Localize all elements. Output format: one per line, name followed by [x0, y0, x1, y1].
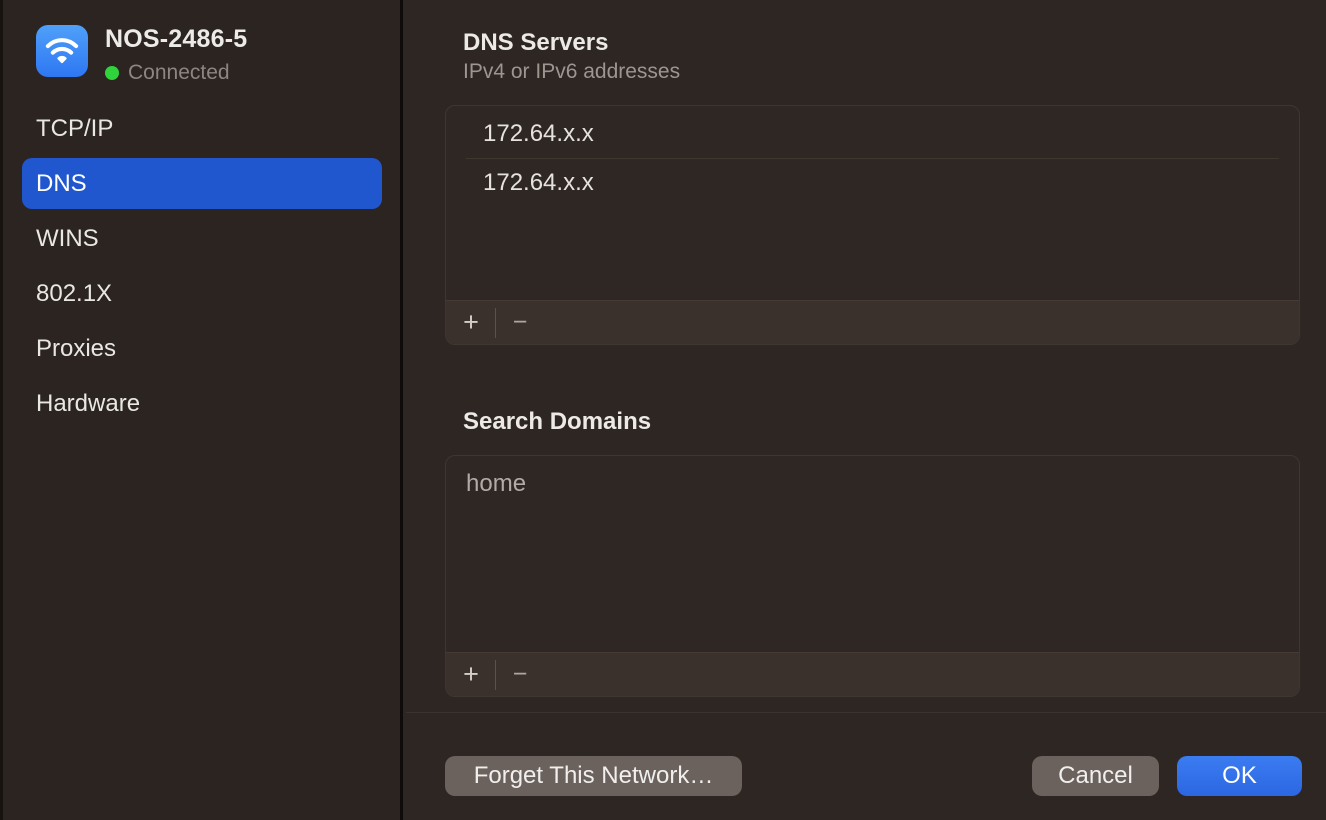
dns-servers-toolbar: + − — [446, 300, 1299, 344]
wifi-icon — [36, 25, 88, 77]
dns-servers-list: 172.64.x.x 172.64.x.x + − — [445, 105, 1300, 345]
remove-search-domain-button[interactable]: − — [503, 660, 537, 690]
sidebar-item-8021x[interactable]: 802.1X — [22, 268, 382, 319]
network-header: NOS-2486-5 Connected — [36, 25, 247, 85]
sidebar-item-label: Proxies — [36, 335, 116, 363]
network-status-label: Connected — [128, 61, 230, 85]
ok-button[interactable]: OK — [1177, 756, 1302, 796]
dns-servers-heading: DNS Servers — [463, 29, 608, 57]
footer-divider — [406, 712, 1326, 713]
search-domains-toolbar: + − — [446, 652, 1299, 696]
sidebar-item-dns[interactable]: DNS — [22, 158, 382, 209]
toolbar-divider — [495, 660, 496, 690]
sidebar-item-wins[interactable]: WINS — [22, 213, 382, 264]
cancel-button[interactable]: Cancel — [1032, 756, 1159, 796]
add-dns-server-button[interactable]: + — [454, 308, 488, 338]
settings-menu: TCP/IP DNS WINS 802.1X Proxies Hardware — [22, 103, 382, 433]
search-domains-heading: Search Domains — [463, 408, 651, 436]
dns-server-entry[interactable]: 172.64.x.x — [446, 159, 1299, 207]
dialog-footer: Forget This Network… Cancel OK — [445, 756, 1302, 796]
forget-network-button[interactable]: Forget This Network… — [445, 756, 742, 796]
sidebar-item-label: DNS — [36, 170, 87, 198]
search-domains-list: home + − — [445, 455, 1300, 697]
sidebar-item-hardware[interactable]: Hardware — [22, 378, 382, 429]
search-domains-rows: home — [446, 456, 1299, 652]
sidebar-item-tcpip[interactable]: TCP/IP — [22, 103, 382, 154]
sidebar-item-proxies[interactable]: Proxies — [22, 323, 382, 374]
remove-dns-server-button[interactable]: − — [503, 308, 537, 338]
sidebar-item-label: 802.1X — [36, 280, 112, 308]
network-name: NOS-2486-5 — [105, 25, 247, 54]
dns-server-entry[interactable]: 172.64.x.x — [446, 110, 1299, 158]
sidebar-item-label: WINS — [36, 225, 99, 253]
dns-servers-rows: 172.64.x.x 172.64.x.x — [446, 106, 1299, 300]
network-details-sidebar: NOS-2486-5 Connected TCP/IP DNS WINS 802… — [0, 0, 403, 820]
sidebar-item-label: Hardware — [36, 390, 140, 418]
connected-dot — [105, 66, 119, 80]
dns-settings-panel: DNS Servers IPv4 or IPv6 addresses 172.6… — [406, 0, 1326, 820]
search-domain-entry[interactable]: home — [446, 460, 1299, 508]
add-search-domain-button[interactable]: + — [454, 660, 488, 690]
network-identity: NOS-2486-5 Connected — [105, 25, 247, 85]
toolbar-divider — [495, 308, 496, 338]
sidebar-item-label: TCP/IP — [36, 115, 113, 143]
dns-servers-subheading: IPv4 or IPv6 addresses — [463, 60, 680, 84]
network-status: Connected — [105, 61, 247, 85]
